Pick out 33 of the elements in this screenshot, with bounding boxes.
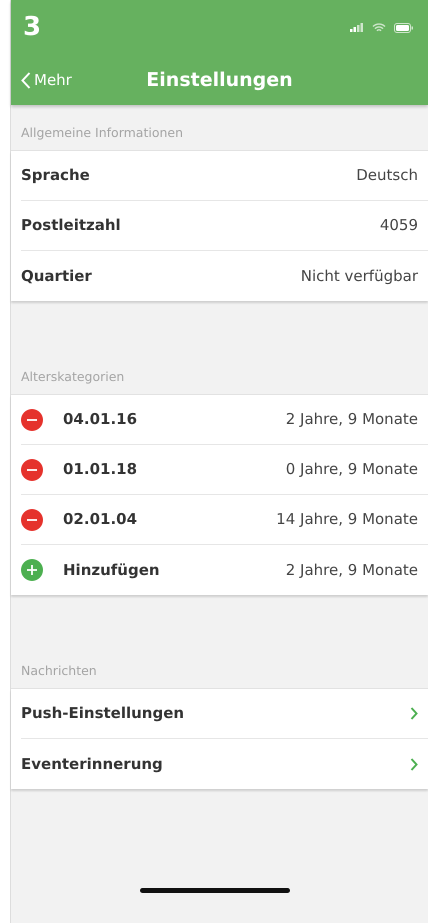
row-value: 4059	[380, 215, 418, 236]
chevron-left-icon	[21, 72, 31, 88]
row-value: Nicht verfügbar	[300, 266, 418, 287]
minus-circle-icon[interactable]	[21, 458, 43, 480]
row-label: Quartier	[21, 266, 92, 287]
section-header: Alterskategorien	[21, 368, 124, 386]
step-number: 3	[23, 11, 42, 44]
row-label: Sprache	[21, 165, 90, 186]
wifi-icon	[372, 22, 386, 32]
signal-icon	[350, 23, 364, 32]
row-label[interactable]: Hinzufügen	[63, 558, 160, 582]
row-label: Push-Einstellungen	[21, 703, 184, 724]
minus-circle-icon[interactable]	[21, 408, 43, 430]
settings-row[interactable]: Push-Einstellungen	[21, 689, 428, 739]
row-value: 2 Jahre, 9 Monate	[286, 560, 418, 581]
settings-row[interactable]: Eventerinnerung	[21, 739, 428, 789]
screen-title: Einstellungen	[146, 68, 293, 91]
chevron-right-icon	[410, 707, 418, 720]
row-value: 2 Jahre, 9 Monate	[286, 409, 418, 430]
row-value: Deutsch	[356, 165, 418, 186]
row-label: Postleitzahl	[21, 215, 121, 236]
row-label: 01.01.18	[63, 459, 138, 480]
minus-circle-icon[interactable]	[21, 508, 43, 530]
chevron-right-icon	[410, 758, 418, 770]
section-header: Nachrichten	[21, 662, 97, 680]
row-label: 04.01.16	[63, 409, 138, 430]
battery-icon	[394, 22, 414, 32]
row-label: Eventerinnerung	[21, 754, 163, 775]
row-label: 02.01.04	[63, 509, 138, 530]
row-value: 0 Jahre, 9 Monate	[286, 459, 418, 480]
section-header: Allgemeine Informationen	[21, 124, 184, 142]
row-value: 14 Jahre, 9 Monate	[276, 509, 418, 530]
plus-circle-icon[interactable]	[21, 559, 43, 581]
